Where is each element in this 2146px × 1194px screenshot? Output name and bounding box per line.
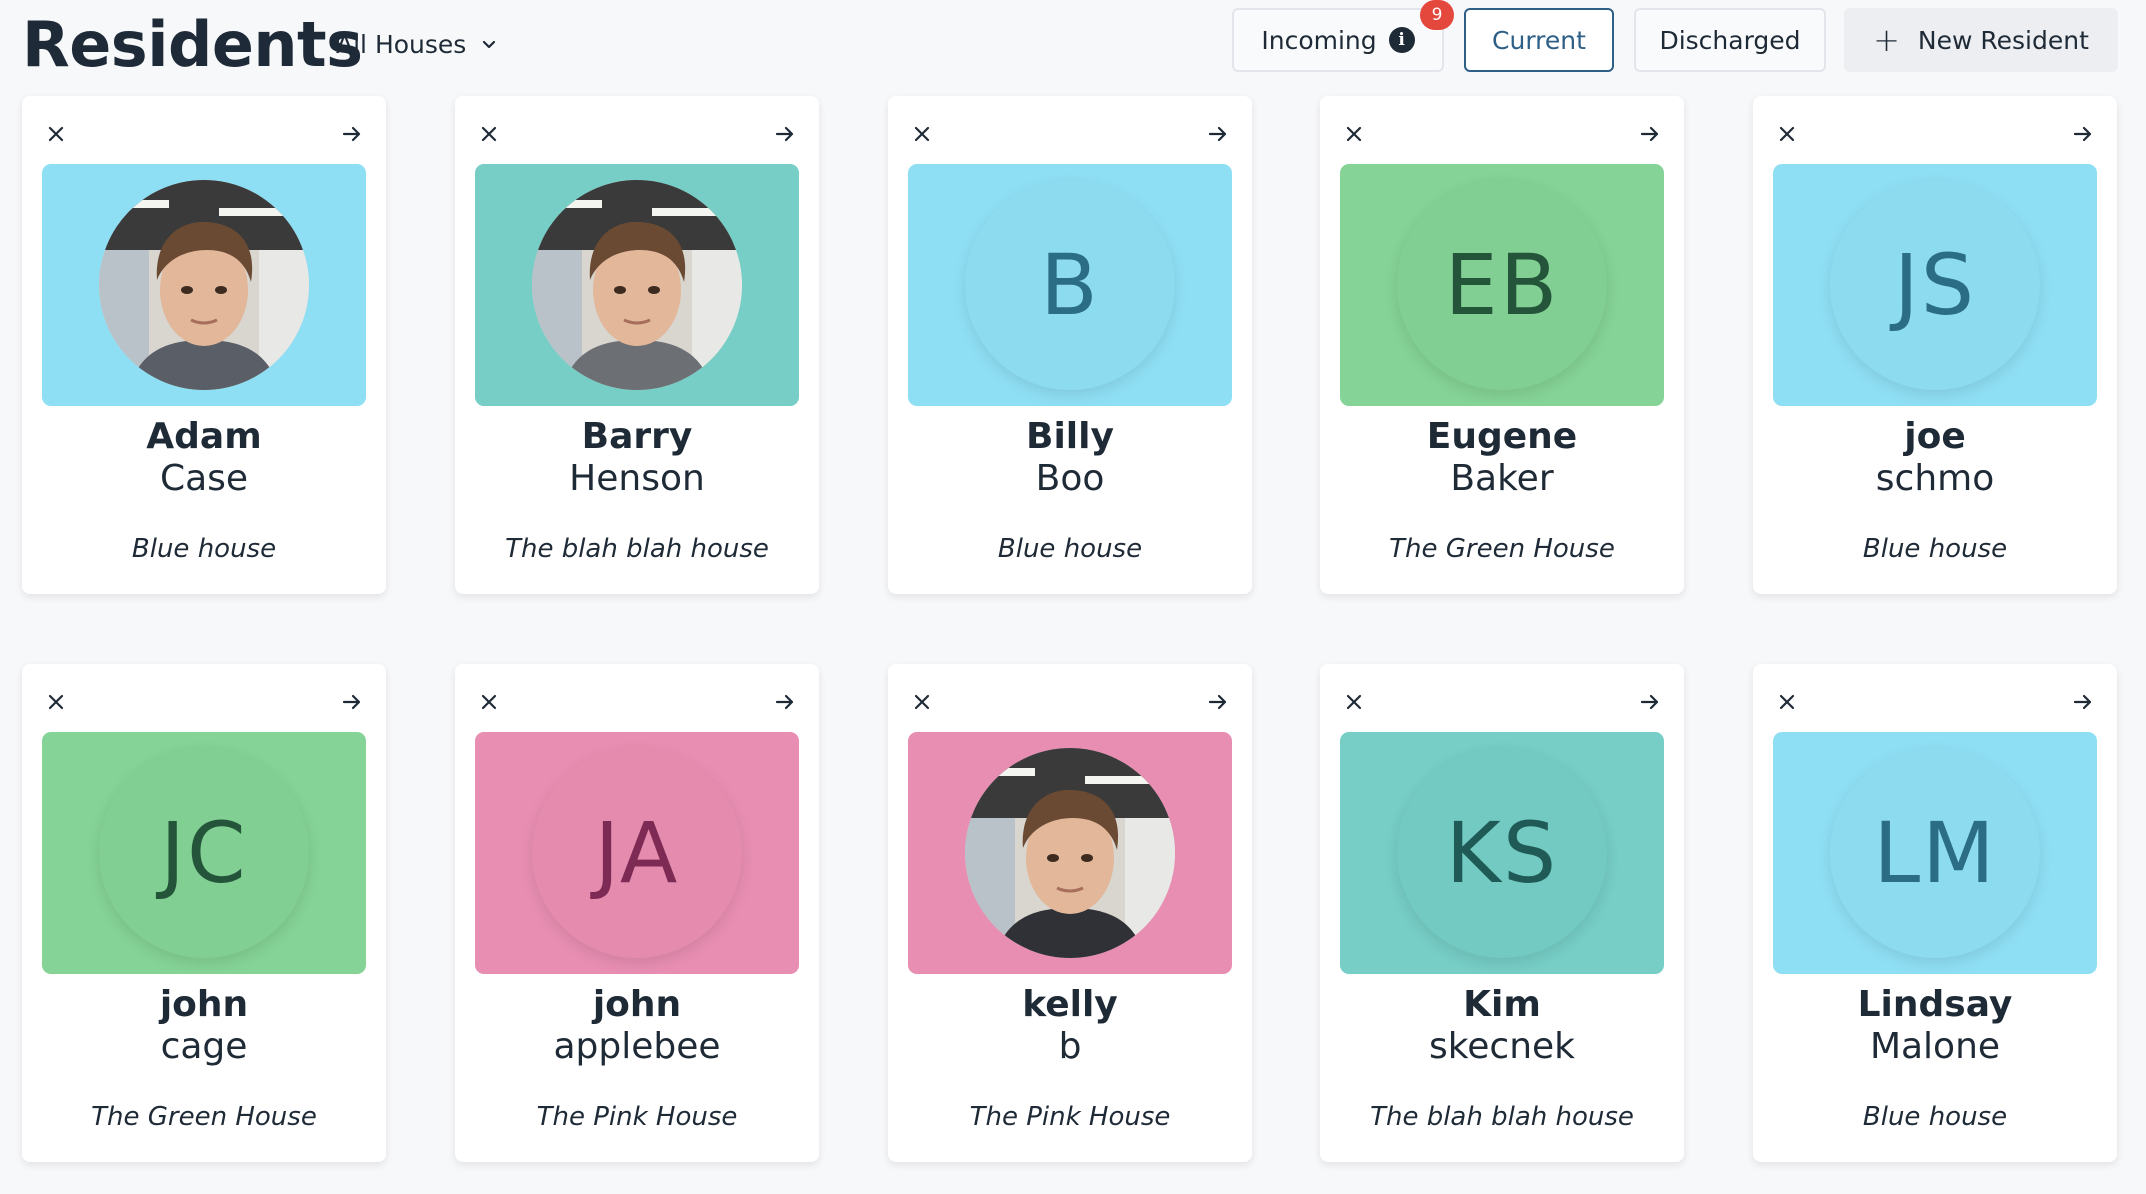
resident-first-name: kelly bbox=[1022, 984, 1118, 1025]
resident-photo bbox=[965, 748, 1175, 958]
arrow-right-icon[interactable] bbox=[1632, 684, 1668, 720]
close-icon[interactable] bbox=[38, 116, 74, 152]
avatar-initials: JA bbox=[532, 748, 742, 958]
resident-first-name: john bbox=[592, 984, 682, 1025]
resident-house: The blah blah house bbox=[1370, 1102, 1634, 1132]
resident-card[interactable]: JA john applebee The Pink House bbox=[455, 664, 819, 1162]
incoming-count-badge: 9 bbox=[1420, 0, 1454, 30]
arrow-right-icon[interactable] bbox=[1632, 116, 1668, 152]
info-icon: i bbox=[1388, 27, 1415, 53]
resident-last-name: Case bbox=[159, 458, 249, 499]
tab-incoming-label: Incoming bbox=[1261, 25, 1377, 55]
avatar-background: JS bbox=[1773, 164, 2097, 406]
page-header: Residents All Houses Incoming i 9 Curren… bbox=[0, 0, 2146, 96]
resident-card[interactable]: Barry Henson The blah blah house bbox=[455, 96, 819, 594]
resident-house: The blah blah house bbox=[505, 534, 769, 564]
resident-card[interactable]: JC john cage The Green House bbox=[22, 664, 386, 1162]
close-icon[interactable] bbox=[904, 116, 940, 152]
arrow-right-icon[interactable] bbox=[767, 684, 803, 720]
resident-card[interactable]: Adam Case Blue house bbox=[22, 96, 386, 594]
avatar-initials: KS bbox=[1397, 748, 1607, 958]
close-icon[interactable] bbox=[1769, 116, 1805, 152]
resident-first-name: Billy bbox=[1026, 416, 1114, 457]
resident-first-name: Lindsay bbox=[1857, 984, 2013, 1025]
resident-last-name: skecnek bbox=[1428, 1026, 1576, 1067]
resident-card[interactable]: EB Eugene Baker The Green House bbox=[1320, 96, 1684, 594]
resident-house: Blue house bbox=[131, 534, 277, 564]
avatar bbox=[965, 748, 1175, 958]
avatar-background: KS bbox=[1340, 732, 1664, 974]
arrow-right-icon[interactable] bbox=[334, 684, 370, 720]
chevron-down-icon bbox=[483, 40, 496, 49]
resident-last-name: cage bbox=[160, 1026, 248, 1067]
close-icon[interactable] bbox=[1769, 684, 1805, 720]
resident-card[interactable]: KS Kim skecnek The blah blah house bbox=[1320, 664, 1684, 1162]
tab-current[interactable]: Current bbox=[1464, 8, 1614, 72]
resident-house: Blue house bbox=[997, 534, 1143, 564]
arrow-right-icon[interactable] bbox=[334, 116, 370, 152]
avatar bbox=[532, 180, 742, 390]
tab-discharged-label: Discharged bbox=[1659, 25, 1801, 55]
close-icon[interactable] bbox=[904, 684, 940, 720]
resident-last-name: Boo bbox=[1035, 458, 1105, 499]
avatar-initials: LM bbox=[1830, 748, 2040, 958]
resident-card[interactable]: kelly b The Pink House bbox=[888, 664, 1252, 1162]
resident-card[interactable]: JS joe schmo Blue house bbox=[1753, 96, 2117, 594]
resident-first-name: Kim bbox=[1463, 984, 1541, 1025]
resident-last-name: schmo bbox=[1875, 458, 1995, 499]
resident-house: Blue house bbox=[1862, 1102, 2008, 1132]
page-title: Residents bbox=[22, 8, 363, 81]
close-icon[interactable] bbox=[1336, 684, 1372, 720]
resident-first-name: Adam bbox=[146, 416, 262, 457]
resident-card[interactable]: LM Lindsay Malone Blue house bbox=[1753, 664, 2117, 1162]
close-icon[interactable] bbox=[38, 684, 74, 720]
resident-last-name: Baker bbox=[1450, 458, 1554, 499]
avatar-background: JA bbox=[475, 732, 799, 974]
resident-house: Blue house bbox=[1862, 534, 2008, 564]
resident-house: The Pink House bbox=[536, 1102, 738, 1132]
resident-first-name: Eugene bbox=[1426, 416, 1578, 457]
house-filter-dropdown[interactable]: All Houses bbox=[336, 24, 498, 64]
tab-current-label: Current bbox=[1492, 25, 1586, 55]
resident-photo bbox=[532, 180, 742, 390]
tab-discharged[interactable]: Discharged bbox=[1634, 8, 1826, 72]
house-filter-label: All Houses bbox=[336, 29, 467, 59]
avatar-background: JC bbox=[42, 732, 366, 974]
arrow-right-icon[interactable] bbox=[1200, 116, 1236, 152]
resident-house: The Green House bbox=[91, 1102, 317, 1132]
resident-first-name: john bbox=[159, 984, 249, 1025]
new-resident-button[interactable]: + New Resident bbox=[1844, 8, 2118, 72]
avatar bbox=[99, 180, 309, 390]
avatar-background bbox=[42, 164, 366, 406]
resident-last-name: b bbox=[1058, 1026, 1082, 1067]
arrow-right-icon[interactable] bbox=[2065, 684, 2101, 720]
avatar-background: EB bbox=[1340, 164, 1664, 406]
avatar-initials: JS bbox=[1830, 180, 2040, 390]
resident-card[interactable]: B Billy Boo Blue house bbox=[888, 96, 1252, 594]
avatar-background bbox=[475, 164, 799, 406]
tab-incoming[interactable]: Incoming i bbox=[1232, 8, 1444, 72]
resident-last-name: Henson bbox=[569, 458, 705, 499]
resident-last-name: applebee bbox=[553, 1026, 721, 1067]
arrow-right-icon[interactable] bbox=[2065, 116, 2101, 152]
avatar-initials: JC bbox=[99, 748, 309, 958]
avatar-initials: EB bbox=[1397, 180, 1607, 390]
avatar-initials: B bbox=[965, 180, 1175, 390]
arrow-right-icon[interactable] bbox=[767, 116, 803, 152]
resident-photo bbox=[99, 180, 309, 390]
avatar-background bbox=[908, 732, 1232, 974]
close-icon[interactable] bbox=[471, 116, 507, 152]
close-icon[interactable] bbox=[1336, 116, 1372, 152]
resident-house: The Green House bbox=[1389, 534, 1615, 564]
resident-house: The Pink House bbox=[969, 1102, 1171, 1132]
new-resident-label: New Resident bbox=[1917, 25, 2089, 55]
close-icon[interactable] bbox=[471, 684, 507, 720]
resident-first-name: Barry bbox=[581, 416, 693, 457]
resident-last-name: Malone bbox=[1869, 1026, 2001, 1067]
resident-first-name: joe bbox=[1904, 416, 1966, 457]
avatar-background: LM bbox=[1773, 732, 2097, 974]
plus-icon: + bbox=[1873, 21, 1900, 59]
arrow-right-icon[interactable] bbox=[1200, 684, 1236, 720]
avatar-background: B bbox=[908, 164, 1232, 406]
